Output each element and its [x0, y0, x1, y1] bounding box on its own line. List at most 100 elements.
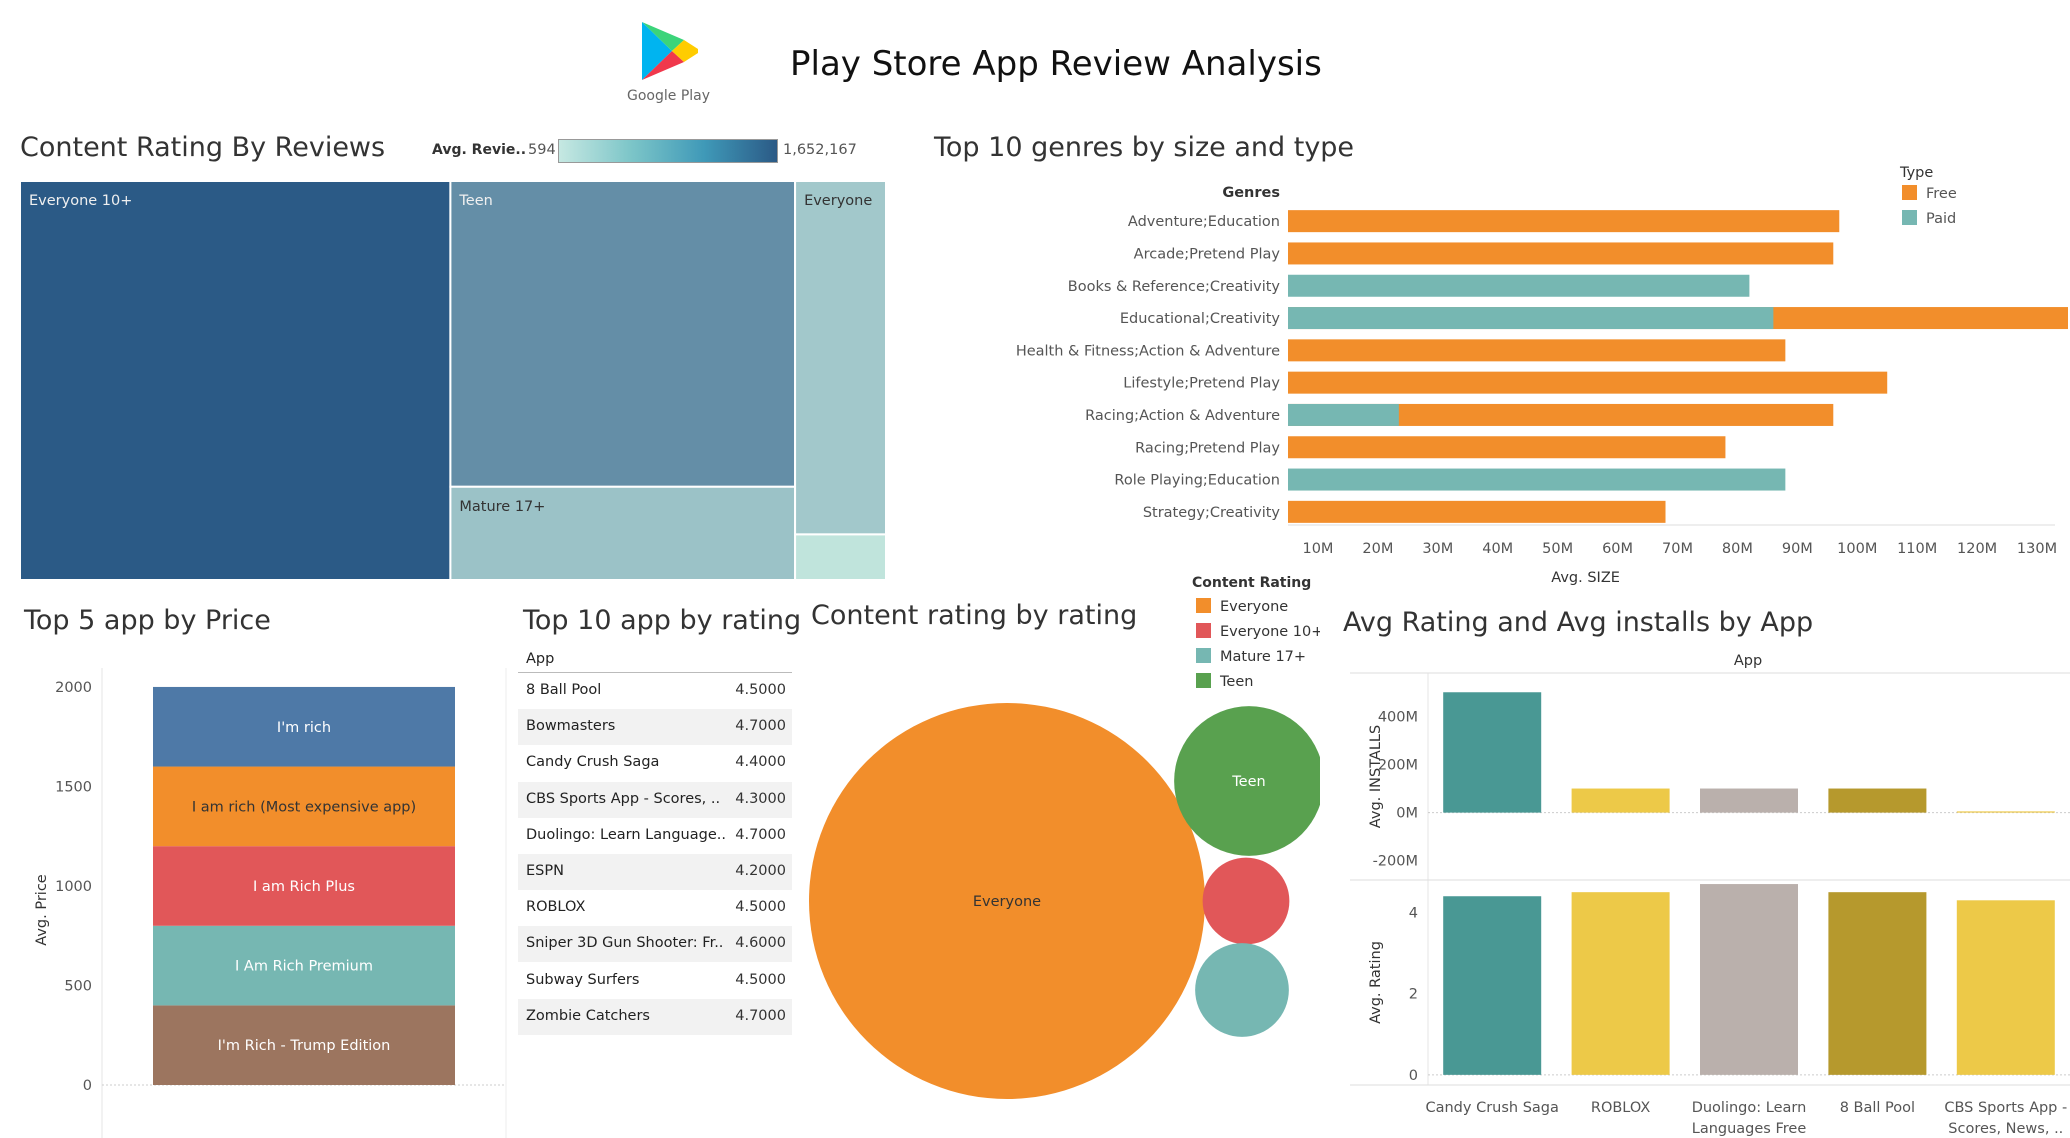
treemap-label-everyone: Everyone	[804, 193, 872, 209]
installs-bar-cbs-sports-app-scores-news	[1956, 900, 2055, 1075]
treemap-cell-everyone-10	[20, 181, 452, 580]
installs-chart-title: Avg Rating and Avg installs by App	[1343, 607, 1814, 638]
genre-bar-free-arcade-pretend-play	[1288, 242, 1834, 265]
price-y-tick: 0	[83, 1078, 92, 1094]
genre-label-racing-pretend-play: Racing;Pretend Play	[1135, 440, 1280, 456]
price-segment-label: I'm rich	[277, 720, 331, 736]
bubble-legend-label-everyone: Everyone	[1220, 599, 1288, 615]
treemap-label-mature-17: Mature 17+	[459, 499, 545, 515]
bubble-legend-title: Content Rating	[1192, 575, 1311, 591]
table-cell-app: Duolingo: Learn Language..	[526, 826, 726, 843]
genres-x-tick: 30M	[1422, 541, 1453, 557]
price-segment-label: I am rich (Most expensive app)	[192, 799, 416, 815]
installs-x-tick: 8 Ball Pool	[1840, 1100, 1915, 1116]
rating-table: App 8 Ball Pool 4.5000 Bowmasters 4.7000 Can…	[518, 648, 792, 1048]
table-row: Bowmasters 4.7000	[518, 709, 792, 746]
genres-x-tick: 10M	[1302, 541, 1333, 557]
table-cell-app: Subway Surfers	[526, 971, 640, 988]
installs-y-tick: 0	[1409, 1068, 1418, 1084]
table-cell-app: 8 Ball Pool	[526, 682, 602, 698]
treemap-cell-everyone	[794, 181, 886, 536]
table-row: Duolingo: Learn Language.. 4.7000	[518, 818, 792, 854]
installs-y-tick: 2	[1409, 987, 1418, 1003]
genre-bar-free-health-fitness-action-adventure	[1288, 339, 1786, 362]
page-title: Play Store App Review Analysis	[790, 44, 1322, 84]
table-row: Zombie Catchers 4.7000	[518, 998, 792, 1035]
treemap-legend-min: 594	[528, 142, 556, 158]
price-y-axis-label: Avg. Price	[34, 874, 50, 946]
treemap-legend-label: Avg. Revie..	[432, 142, 527, 158]
table-cell-rating: 4.5000	[735, 899, 786, 916]
genre-label-lifestyle-pretend-play: Lifestyle;Pretend Play	[1123, 376, 1280, 392]
genre-label-racing-action-adventure: Racing;Action & Adventure	[1085, 408, 1280, 424]
genre-bar-paid-educational-creativity	[1288, 307, 1774, 330]
treemap-label-teen: Teen	[458, 193, 492, 209]
legend-swatch-free	[1902, 185, 1917, 200]
treemap-label-everyone-10: Everyone 10+	[29, 193, 132, 209]
genres-x-tick: 60M	[1602, 541, 1633, 557]
genre-bar-paid-role-playing-education	[1288, 468, 1786, 491]
table-cell-app: Zombie Catchers	[526, 1007, 650, 1024]
installs-x-tick: Candy Crush Saga	[1425, 1100, 1558, 1116]
installs-bar-candy-crush-saga	[1443, 896, 1542, 1075]
table-row: CBS Sports App - Scores, .. 4.3000	[518, 781, 792, 818]
table-cell-rating: 4.7000	[735, 826, 786, 843]
price-y-tick: 1000	[55, 879, 92, 895]
price-y-tick: 1500	[55, 779, 92, 795]
installs-column-header: App	[1734, 653, 1762, 669]
treemap-legend-gradient	[558, 139, 778, 163]
rating-table-header: App	[526, 651, 555, 667]
treemap-cell-teen	[449, 181, 797, 488]
genres-x-tick: 120M	[1957, 541, 1997, 557]
installs-y-axis-label: Avg. Rating	[1368, 941, 1384, 1024]
installs-x-tick: Duolingo: Learn	[1692, 1100, 1807, 1116]
genre-bar-free-racing-pretend-play	[1288, 436, 1726, 459]
genre-bar-paid-books-reference-creativity	[1288, 274, 1750, 297]
genres-bar-chart: Genres Adventure;Education Arcade;Pretend …	[1016, 165, 2068, 586]
bubble-chart: Content Rating Everyone Everyone 10+ Mature…	[809, 575, 1320, 1099]
table-cell-app: CBS Sports App - Scores, ..	[526, 790, 721, 807]
table-row: Candy Crush Saga 4.4000	[518, 745, 792, 781]
genre-label-educational-creativity: Educational;Creativity	[1120, 311, 1281, 327]
price-stacked-chart: 0 500 1000 1500 2000 Avg. Price I'm Rich - Tru…	[34, 668, 507, 1138]
table-cell-rating: 4.3000	[735, 790, 786, 807]
genre-bar-paid-racing-action-adventure	[1288, 403, 1399, 426]
bubble-label-everyone: Everyone	[973, 894, 1041, 910]
genre-bar-free-strategy-creativity	[1288, 500, 1666, 523]
genre-bar-free-adventure-education	[1288, 210, 1840, 233]
price-segment-label: I am Rich Plus	[253, 879, 355, 895]
price-chart-title: Top 5 app by Price	[24, 605, 271, 636]
play-triangle-icon	[642, 22, 698, 80]
genres-x-tick: 40M	[1482, 541, 1513, 557]
installs-x-tick: CBS Sports App -	[1944, 1100, 2067, 1116]
table-cell-app: Bowmasters	[526, 718, 616, 735]
genre-bar-free-lifestyle-pretend-play	[1288, 371, 1888, 394]
installs-x-tick: Scores, News, ..	[1948, 1121, 2063, 1137]
bubble-legend-swatch-everyone-10	[1196, 623, 1211, 638]
installs-bar-cbs-sports-app-scores-news	[1956, 811, 2055, 813]
genres-x-axis-label: Avg. SIZE	[1551, 570, 1620, 586]
genre-label-health-fitness-action-adventure: Health & Fitness;Action & Adventure	[1016, 343, 1280, 359]
installs-bar-8-ball-pool	[1828, 892, 1927, 1075]
installs-y-axis-label: Avg. INSTALLS	[1368, 725, 1384, 828]
bubble-legend-swatch-everyone	[1196, 598, 1211, 613]
installs-bar-candy-crush-saga	[1443, 692, 1542, 813]
price-segment-label: I'm Rich - Trump Edition	[218, 1038, 391, 1054]
price-y-tick: 2000	[55, 680, 92, 696]
legend-label-free: Free	[1926, 186, 1957, 202]
installs-y-tick: -200M	[1373, 854, 1418, 870]
table-cell-rating: 4.6000	[735, 935, 786, 952]
installs-bar-duolingo-learn-languages-free	[1700, 884, 1798, 1075]
genres-x-tick: 70M	[1662, 541, 1693, 557]
genres-x-tick: 110M	[1897, 541, 1937, 557]
installs-y-tick: 400M	[1378, 709, 1418, 725]
bubble-legend-swatch-mature-17	[1196, 648, 1211, 663]
genres-x-tick: 80M	[1722, 541, 1753, 557]
genres-x-tick: 50M	[1542, 541, 1573, 557]
installs-bar-roblox	[1571, 788, 1670, 813]
bubble-legend-label-mature-17: Mature 17+	[1220, 649, 1306, 665]
table-cell-app: Candy Crush Saga	[526, 754, 660, 771]
genre-label-books-reference-creativity: Books & Reference;Creativity	[1068, 279, 1281, 295]
table-row: ROBLOX 4.5000	[518, 890, 792, 926]
table-row: Subway Surfers 4.5000	[518, 963, 792, 999]
